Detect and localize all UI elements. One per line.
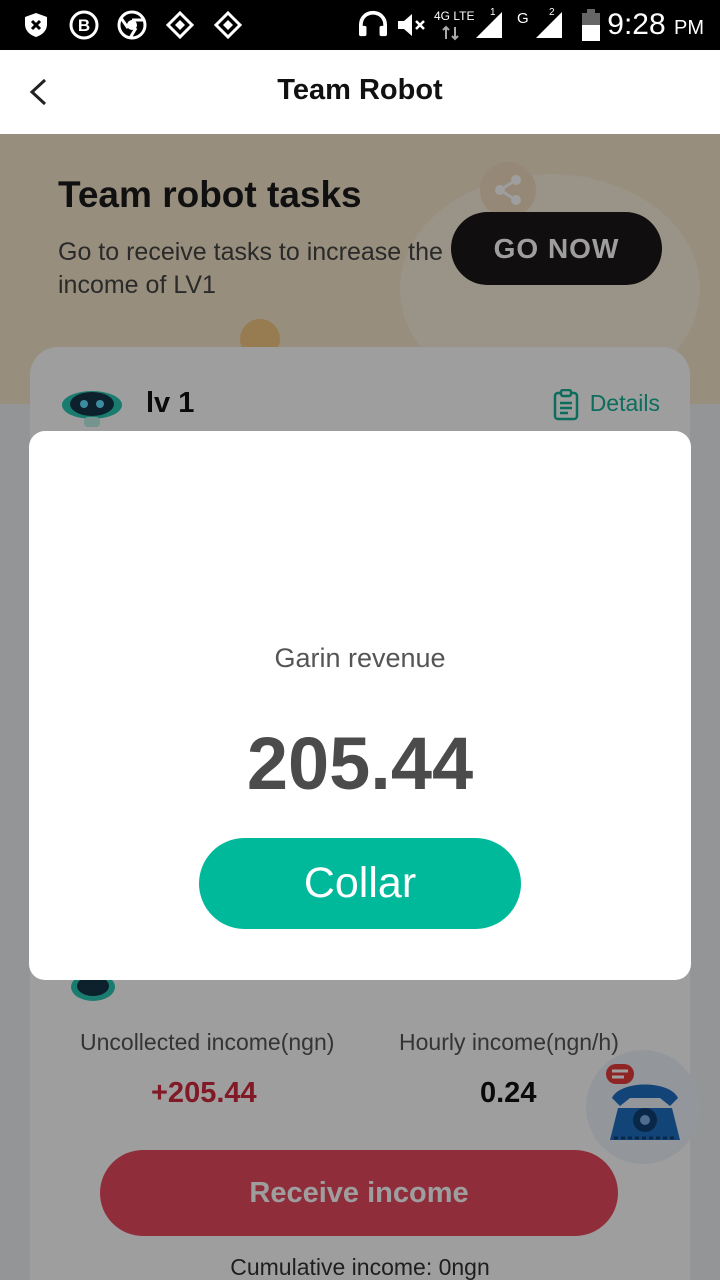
shield-icon <box>25 13 47 37</box>
app-diamond-icon <box>166 11 194 39</box>
dialog-title: Garin revenue <box>274 643 446 673</box>
carrier2-label: G <box>517 10 529 27</box>
headphones-icon <box>359 10 387 37</box>
chrome-icon <box>117 10 147 40</box>
status-bar: B 4G LTE 1 G 2 9:28 PM <box>0 0 720 50</box>
clock-time: 9:28 <box>607 8 666 41</box>
collar-button[interactable]: Collar <box>199 838 521 929</box>
svg-text:B: B <box>78 16 90 35</box>
data-arrows-icon <box>442 25 459 41</box>
app-header: Team Robot <box>0 50 720 134</box>
clock: 9:28 PM <box>607 8 704 42</box>
revenue-dialog: Garin revenue 205.44 Collar <box>29 431 691 980</box>
clock-ampm: PM <box>674 17 704 39</box>
revenue-amount: 205.44 <box>246 722 474 805</box>
b-app-icon: B <box>69 10 99 40</box>
network-type: 4G LTE <box>434 9 475 23</box>
battery-icon <box>582 9 600 41</box>
signal-icon-2 <box>536 12 562 38</box>
mute-icon <box>398 14 425 36</box>
signal-icon <box>476 12 502 38</box>
app-diamond-icon-2 <box>214 11 242 39</box>
page-title: Team Robot <box>277 74 443 106</box>
